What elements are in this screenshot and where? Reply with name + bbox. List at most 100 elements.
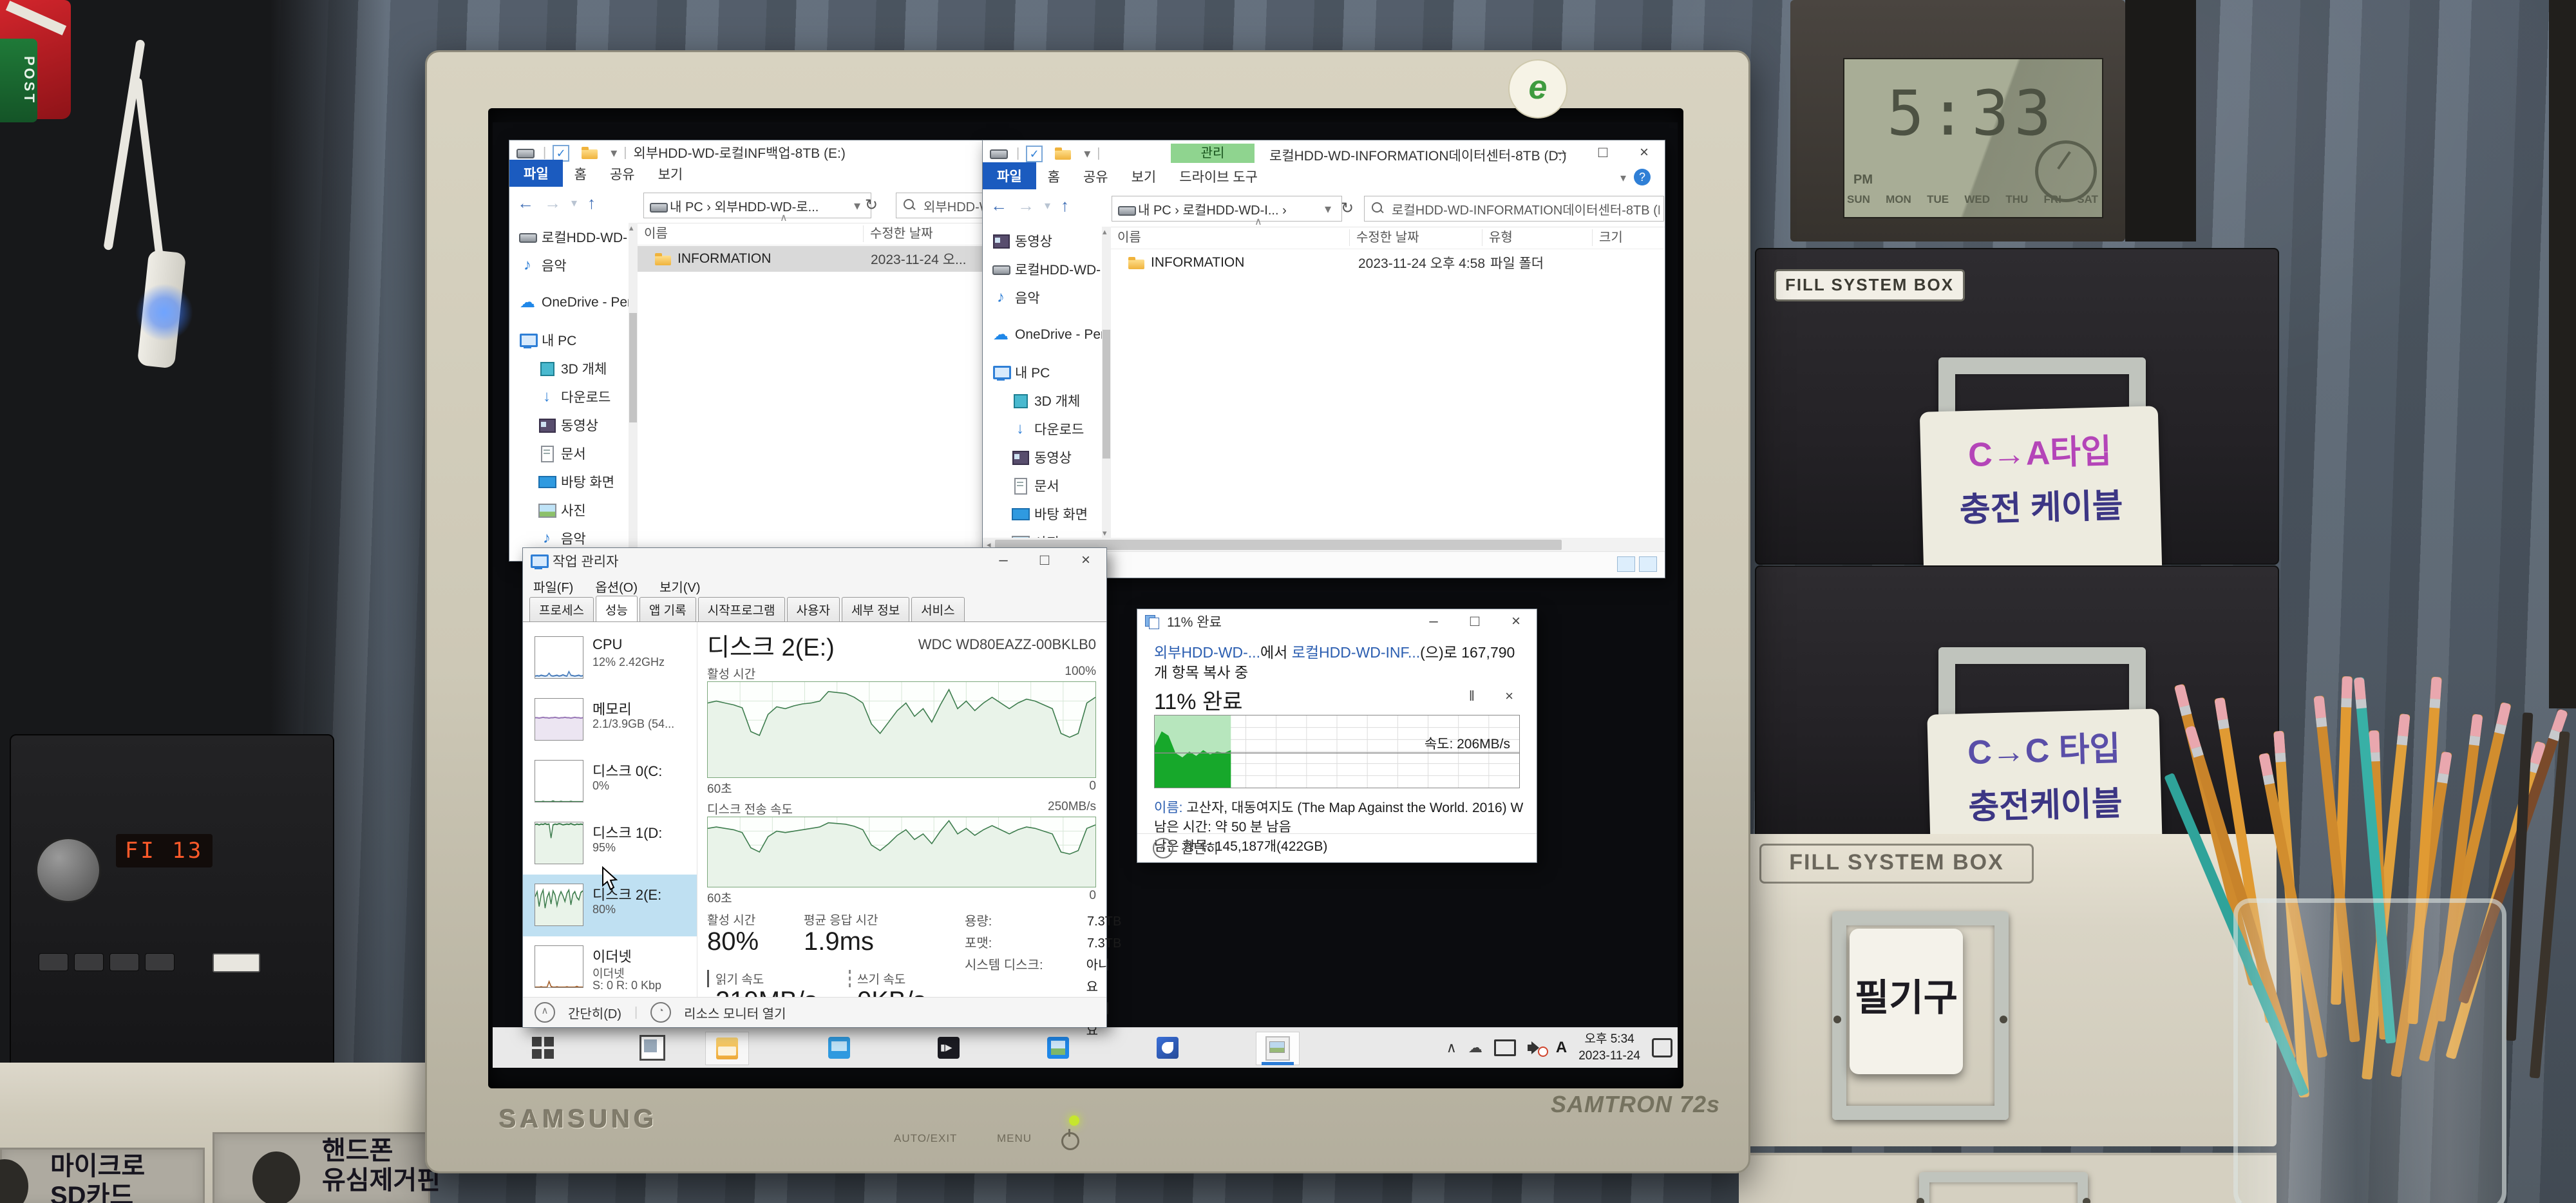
address-dropdown-icon[interactable]: ▾: [854, 198, 866, 214]
maximize-button[interactable]: □: [1024, 548, 1065, 573]
sidebar-item-0[interactable]: 로컬HDD-WD-II: [509, 223, 629, 251]
minimize-button[interactable]: –: [1413, 609, 1454, 634]
minimize-button[interactable]: –: [983, 548, 1024, 573]
checkbox-icon[interactable]: ✓: [1026, 146, 1043, 162]
sidebar-scrollbar[interactable]: ▴: [629, 223, 638, 561]
sidebar-item-0[interactable]: 동영상: [983, 227, 1102, 255]
forward-icon[interactable]: →: [544, 193, 561, 213]
qat-dropdown-icon[interactable]: ▾: [1084, 146, 1090, 162]
explorer-window-local-hdd[interactable]: | ✓ ▾ | 관리 로컬HDD-WD-INFORMATION데이터센터-8TB…: [982, 140, 1665, 578]
tm-tab-1[interactable]: 성능: [596, 596, 638, 622]
sidebar-item-8[interactable]: 바탕 화면: [509, 468, 629, 496]
sort-indicator-icon[interactable]: ∧: [780, 211, 788, 224]
column-headers[interactable]: 이름 수정한 날짜: [638, 223, 1003, 245]
up-icon[interactable]: ↑: [1061, 196, 1069, 216]
ribbon-tab-3[interactable]: 보기: [1120, 164, 1168, 189]
sidebar-item-10[interactable]: 사진: [983, 528, 1102, 538]
close-button[interactable]: ×: [1065, 548, 1106, 573]
close-button[interactable]: ×: [1495, 609, 1537, 634]
taskbar-task-view[interactable]: [631, 1032, 674, 1064]
system-tray[interactable]: ∧ ☁ A 오후 5:34 2023-11-24: [1446, 1028, 1672, 1068]
sidebar-item-5[interactable]: ↓다운로드: [509, 383, 629, 411]
breadcrumb[interactable]: 내 PC › 외부HDD-WD-로...: [670, 196, 819, 215]
tray-chevron-icon[interactable]: ∧: [1446, 1039, 1457, 1056]
address-dropdown-icon[interactable]: ▾: [1325, 201, 1336, 217]
tab-strip[interactable]: 프로세스성능앱 기록시작프로그램사용자세부 정보서비스: [529, 600, 967, 621]
ribbon-tab-1[interactable]: 홈: [563, 161, 598, 187]
sidebar-item-9[interactable]: 사진: [509, 496, 629, 524]
column-type[interactable]: 유형: [1482, 229, 1592, 246]
auto-exit-button[interactable]: AUTO/EXIT: [894, 1132, 957, 1145]
performance-sidebar[interactable]: CPU12% 2.42GHz메모리2.1/3.9GB (54...디스크 0(C…: [523, 622, 697, 998]
tm-tab-6[interactable]: 서비스: [911, 597, 964, 621]
caption-buttons[interactable]: – □ ×: [983, 548, 1106, 573]
column-date[interactable]: 수정한 날짜: [863, 225, 980, 242]
folder-icon[interactable]: [581, 144, 599, 162]
ime-indicator[interactable]: A: [1556, 1039, 1567, 1057]
refresh-icon[interactable]: ↻: [1341, 199, 1354, 218]
scroll-up-icon[interactable]: ▴: [1103, 227, 1107, 237]
sidebar-item-6[interactable]: 동영상: [509, 411, 629, 439]
address-bar[interactable]: 내 PC › 로컬HDD-WD-I... › ▾: [1112, 196, 1342, 222]
file-row[interactable]: INFORMATION2023-11-24 오...: [638, 246, 1003, 272]
navigation-pane[interactable]: 동영상로컬HDD-WD-II♪음악☁OneDrive - Person내 PC3…: [983, 227, 1102, 538]
column-name[interactable]: 이름: [1111, 229, 1349, 246]
menu-button[interactable]: MENU: [997, 1132, 1032, 1145]
tm-sidebar-mem[interactable]: 메모리2.1/3.9GB (54...: [523, 689, 697, 751]
sidebar-item-5[interactable]: 3D 개체: [983, 386, 1102, 415]
taskbar-start[interactable]: [522, 1032, 564, 1064]
folder-icon[interactable]: [1054, 144, 1072, 162]
caption-buttons[interactable]: – □ ×: [1413, 609, 1537, 634]
sidebar-item-6[interactable]: ↓다운로드: [983, 415, 1102, 443]
menu-view[interactable]: 보기(V): [659, 577, 700, 596]
tm-tab-2[interactable]: 앱 기록: [639, 597, 696, 621]
menu-file[interactable]: 파일(F): [533, 577, 573, 596]
maximize-button[interactable]: □: [1582, 140, 1624, 165]
sidebar-item-2[interactable]: ☁OneDrive - Perso: [509, 289, 629, 317]
forward-icon[interactable]: →: [1018, 196, 1034, 216]
close-button[interactable]: ×: [1624, 140, 1665, 165]
tm-sidebar-cpu[interactable]: CPU12% 2.42GHz: [523, 627, 697, 689]
pause-button[interactable]: ‖: [1469, 688, 1475, 705]
task-manager-window[interactable]: 작업 관리자 – □ × 파일(F) 옵션(O) 보기(V) 프로세스성능앱 기…: [522, 547, 1107, 1028]
sidebar-item-8[interactable]: 문서: [983, 471, 1102, 500]
refresh-icon[interactable]: ↻: [865, 196, 878, 214]
ribbon-tab-2[interactable]: 공유: [1072, 164, 1120, 189]
ribbon-tab-4[interactable]: 드라이브 도구: [1168, 164, 1269, 189]
fewer-details-button[interactable]: 간단히(D): [568, 1003, 621, 1022]
search-text[interactable]: 로컬HDD-WD-INFORMATION데이터센터-8TB (D:) 검색: [1392, 200, 1660, 218]
taskbar-app[interactable]: [1146, 1032, 1189, 1064]
tm-tab-4[interactable]: 사용자: [787, 597, 840, 621]
action-center-icon[interactable]: [1652, 1038, 1672, 1057]
sidebar-item-1[interactable]: ♪음악: [509, 251, 629, 279]
copy-progress-dialog[interactable]: 11% 완료 – □ × 외부HDD-WD-...에서 로컬HDD-WD-INF…: [1137, 609, 1537, 863]
ribbon-tabs[interactable]: 파일홈공유보기: [509, 165, 1004, 187]
onedrive-icon[interactable]: ☁: [1468, 1039, 1482, 1056]
ribbon-tab-0[interactable]: 파일: [983, 162, 1036, 189]
title-bar[interactable]: 11% 완료 – □ ×: [1137, 609, 1537, 634]
sort-indicator-icon[interactable]: ∧: [1255, 215, 1262, 228]
title-bar[interactable]: 작업 관리자 – □ ×: [523, 548, 1106, 574]
scroll-down-icon[interactable]: ▾: [1103, 528, 1107, 538]
help-icon[interactable]: ?: [1634, 169, 1651, 185]
file-row[interactable]: INFORMATION2023-11-24 오후 4:58파일 폴더: [1111, 250, 1664, 276]
ribbon-tab-2[interactable]: 공유: [598, 161, 647, 187]
menu-bar[interactable]: 파일(F) 옵션(O) 보기(V): [533, 576, 701, 596]
menu-options[interactable]: 옵션(O): [595, 577, 638, 596]
list-view-icon[interactable]: [1617, 556, 1635, 572]
scroll-up-icon[interactable]: ▴: [629, 223, 634, 233]
up-icon[interactable]: ↑: [587, 193, 596, 213]
tm-tab-0[interactable]: 프로세스: [529, 597, 594, 621]
ribbon-expand-icon[interactable]: ▾: [1620, 171, 1626, 185]
tm-sidebar-eth[interactable]: 이더넷이더넷S: 0 R: 0 Kbp: [523, 936, 697, 998]
sidebar-item-4[interactable]: 내 PC: [983, 358, 1102, 386]
taskbar-media-player[interactable]: [927, 1032, 970, 1064]
resource-monitor-link[interactable]: 리소스 모니터 열기: [684, 1003, 786, 1022]
search-text[interactable]: 외부HDD-W: [923, 196, 992, 215]
taskbar-image-viewer[interactable]: [1256, 1032, 1300, 1065]
taskbar-display-app[interactable]: [818, 1032, 860, 1064]
sidebar-item-2[interactable]: ♪음악: [983, 283, 1102, 312]
column-date[interactable]: 수정한 날짜: [1349, 229, 1482, 246]
ribbon-tabs[interactable]: 파일홈공유보기드라이브 도구: [983, 166, 1665, 190]
recent-icon[interactable]: ▾: [1045, 199, 1050, 213]
